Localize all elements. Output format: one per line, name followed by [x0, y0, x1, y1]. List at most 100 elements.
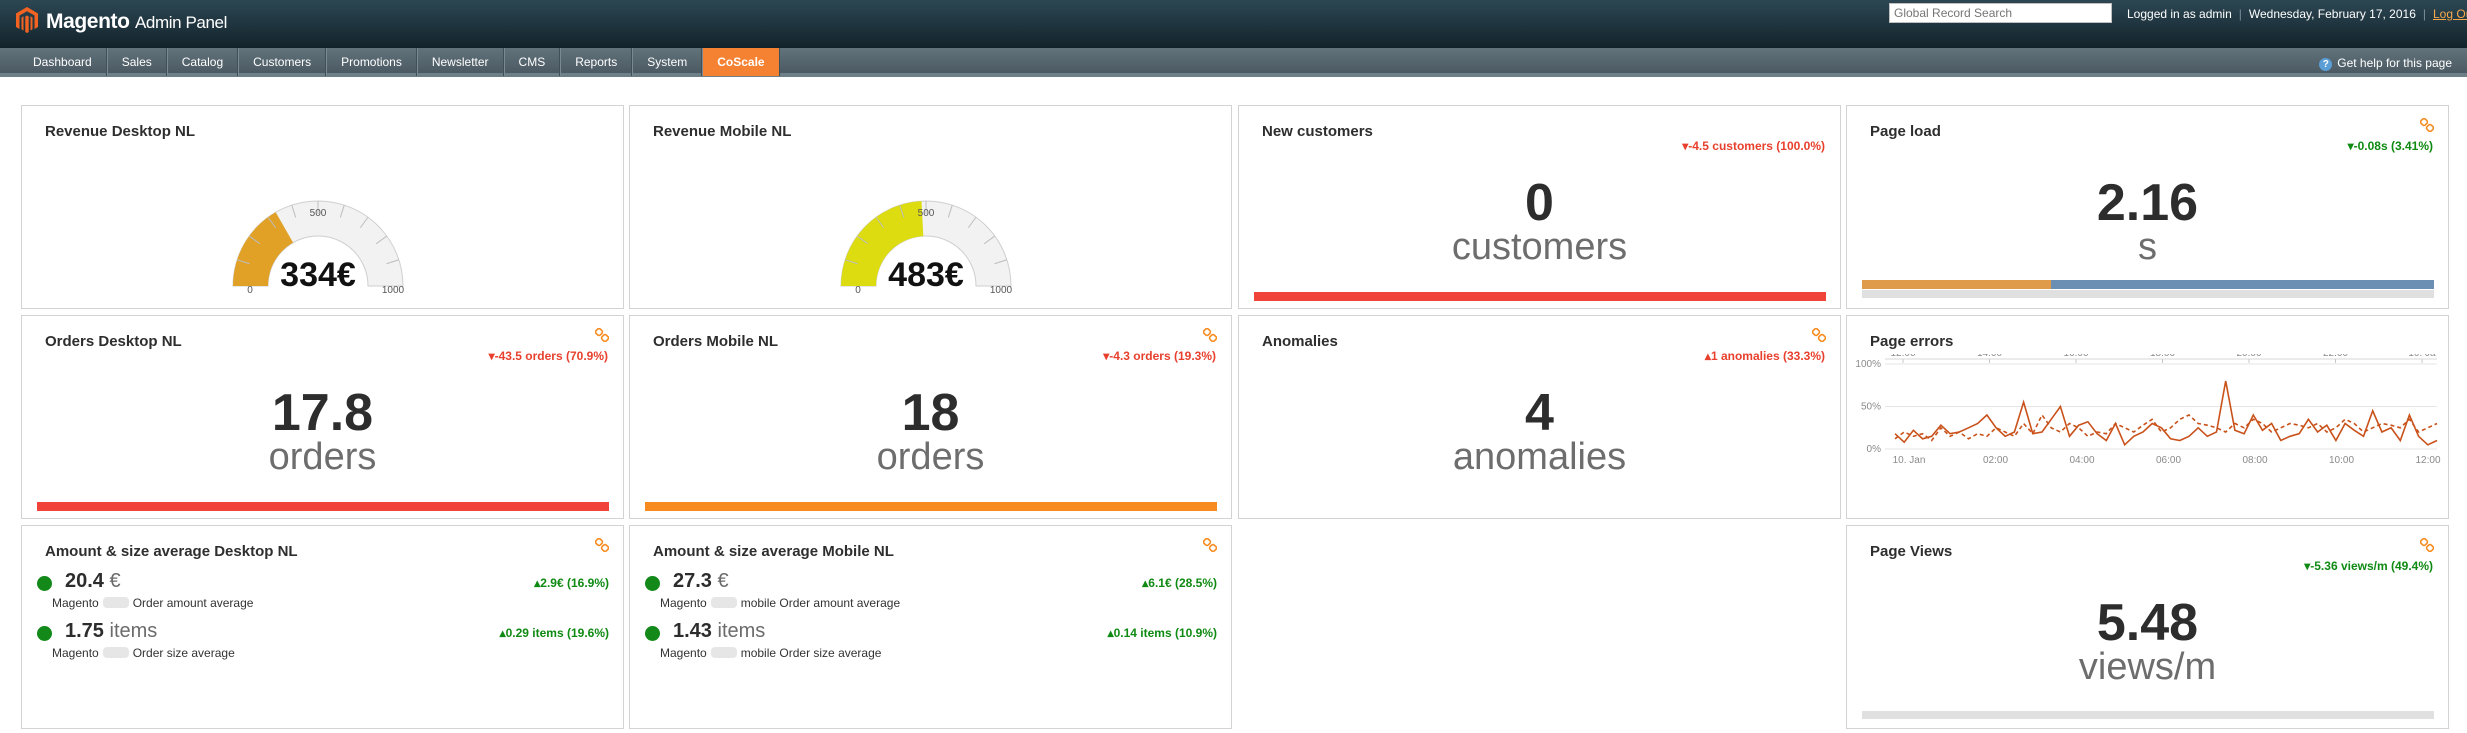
status-dot	[645, 576, 660, 591]
logout-link[interactable]: Log Out	[2433, 7, 2467, 21]
metric-value: 5.48	[2096, 594, 2199, 652]
y-tick-label: 100%	[1855, 359, 1881, 370]
panel-title: Anomalies	[1262, 333, 1338, 350]
nav-cms[interactable]: CMS	[503, 48, 561, 76]
row-value: 1.75 items	[65, 620, 158, 642]
panel-title: Amount & size average Desktop NL	[45, 543, 298, 560]
delta-badge: ▾-4.3 orders (19.3%)	[1103, 349, 1216, 363]
panel-amount-desktop: Amount & size average Desktop NL 20.4 € …	[21, 525, 624, 729]
bottom-tick-label: 10. Jan	[1893, 455, 1926, 466]
top-tick-label: 10. Ja	[2408, 354, 2436, 359]
nav-catalog[interactable]: Catalog	[166, 48, 239, 76]
y-tick-label: 0%	[1867, 444, 1882, 455]
metric-unit: customers	[1451, 226, 1628, 268]
delta-badge: ▾-43.5 orders (70.9%)	[488, 349, 608, 363]
link-icon[interactable]	[1203, 538, 1217, 552]
top-tick-label: 20:00	[2236, 354, 2261, 359]
logged-in-label: Logged in as admin	[2127, 7, 2232, 21]
redacted-mask	[710, 647, 737, 658]
gauge-value: 334€	[280, 256, 356, 294]
bottom-tick-label: 04:00	[2069, 455, 2094, 466]
row-value: 27.3 €	[673, 570, 729, 592]
panel-revenue-desktop: Revenue Desktop NL 334€ 0 500 1000	[21, 105, 624, 309]
main-nav-bar: Dashboard Sales Catalog Customers Promot…	[0, 48, 2467, 77]
redacted-mask	[102, 647, 129, 658]
delta-badge: ▴1 anomalies (33.3%)	[1704, 349, 1825, 363]
separator: |	[2422, 7, 2426, 21]
help-icon: ?	[2319, 58, 2333, 71]
panel-revenue-mobile: Revenue Mobile NL 483€ 0 500 1000	[629, 105, 1232, 309]
page-load-bar	[1862, 280, 2434, 289]
gauge-mid-label: 500	[310, 208, 327, 219]
row-delta: ▴6.1€ (28.5%)	[1142, 576, 1217, 590]
gauge-max-label: 1000	[382, 285, 405, 296]
top-tick-label: 16:00	[2063, 354, 2088, 359]
global-search-input[interactable]	[1889, 3, 2112, 23]
top-tick-label: 12:00	[1890, 354, 1915, 359]
delta-badge: ▾-0.08s (3.41%)	[2347, 139, 2433, 153]
main-nav: Dashboard Sales Catalog Customers Promot…	[21, 48, 780, 76]
panel-title: Orders Mobile NL	[653, 333, 779, 350]
series-line-dashed	[1894, 413, 2438, 442]
panel-title: Orders Desktop NL	[45, 333, 182, 350]
metric-unit: s	[2138, 226, 2157, 268]
redacted-mask	[710, 597, 737, 608]
gauge-max-label: 1000	[990, 285, 1013, 296]
nav-customers[interactable]: Customers	[238, 48, 327, 76]
separator: |	[2238, 7, 2242, 21]
metric-value: 2.16	[2096, 174, 2199, 232]
panel-page-errors: Page errors 100% 50% 0% 12:00 14:00 16:00 18:0…	[1846, 315, 2449, 519]
header-bar: Magento Admin Panel Logged in as admin | W…	[0, 0, 2467, 48]
gauge-min-label: 0	[247, 285, 253, 296]
bottom-tick-label: 02:00	[1983, 455, 2008, 466]
link-icon[interactable]	[1203, 328, 1217, 342]
nav-sales[interactable]: Sales	[106, 48, 167, 76]
magento-logo-icon[interactable]	[16, 7, 38, 34]
link-icon[interactable]	[2420, 538, 2434, 552]
logo-text[interactable]: Magento Admin Panel	[46, 10, 227, 34]
metric-value: 18	[901, 384, 960, 442]
nav-promotions[interactable]: Promotions	[326, 48, 417, 76]
metric-unit: orders	[876, 436, 985, 478]
status-bar	[1254, 292, 1826, 301]
panel-orders-mobile: Orders Mobile NL ▾-4.3 orders (19.3%) 18…	[629, 315, 1232, 519]
panel-anomalies: Anomalies ▴1 anomalies (33.3%) 4 anomali…	[1238, 315, 1841, 519]
row-label: Magento Order size average	[52, 646, 235, 660]
delta-badge: ▾-5.36 views/m (49.4%)	[2304, 559, 2433, 573]
link-icon[interactable]	[595, 538, 609, 552]
help-label: Get help for this page	[2337, 56, 2452, 70]
status-dot	[37, 626, 52, 641]
page-load-bar-fill	[1862, 280, 2051, 289]
nav-dashboard[interactable]: Dashboard	[21, 48, 107, 76]
panel-page-views: Page Views ▾-5.36 views/m (49.4%) 5.48 v…	[1846, 525, 2449, 729]
user-bar: Logged in as admin | Wednesday, February 1…	[2127, 7, 2467, 21]
status-bar	[1862, 711, 2434, 719]
status-dot	[645, 626, 660, 641]
nav-system[interactable]: System	[632, 48, 703, 76]
revenue-mobile-gauge: 483€ 0 500 1000	[840, 200, 1013, 296]
date-label: Wednesday, February 17, 2016	[2248, 7, 2416, 21]
panel-orders-desktop: Orders Desktop NL ▾-43.5 orders (70.9%) …	[21, 315, 624, 519]
revenue-desktop-gauge: 334€ 0 500 1000	[232, 200, 405, 296]
link-icon[interactable]	[1812, 328, 1826, 342]
nav-reports[interactable]: Reports	[560, 48, 633, 76]
row-label: Magento Order amount average	[52, 596, 254, 610]
gauge-mid-label: 500	[918, 208, 935, 219]
nav-coscale[interactable]: CoScale	[702, 48, 780, 76]
status-bar	[645, 502, 1217, 511]
row-value: 20.4 €	[65, 570, 121, 592]
help-link[interactable]: ? Get help for this page	[2319, 56, 2452, 71]
panel-title: Page Views	[1870, 543, 1953, 560]
row-label: Magento mobile Order amount average	[660, 596, 901, 610]
nav-newsletter[interactable]: Newsletter	[416, 48, 504, 76]
metric-unit: orders	[268, 436, 377, 478]
panel-title: Revenue Mobile NL	[653, 123, 792, 140]
page-errors-chart: 100% 50% 0% 12:00 14:00 16:00 18:00 20:00 22:00 1…	[1855, 354, 2441, 466]
link-icon[interactable]	[2420, 118, 2434, 132]
panel-title: Revenue Desktop NL	[45, 123, 196, 140]
panel-title: Page load	[1870, 123, 1941, 140]
y-tick-label: 50%	[1861, 402, 1881, 413]
status-bar	[37, 502, 609, 511]
link-icon[interactable]	[595, 328, 609, 342]
bottom-tick-label: 12:00	[2415, 455, 2440, 466]
